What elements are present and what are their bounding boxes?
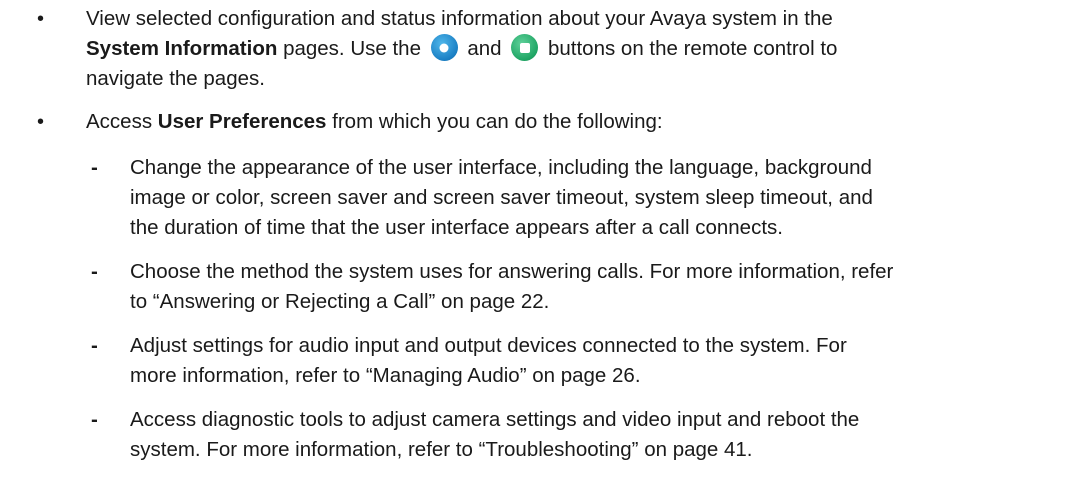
sub-item-line: Choose the method the system uses for an… bbox=[130, 260, 894, 283]
blue-circle-button-icon bbox=[430, 34, 458, 61]
system-information-term: System Information bbox=[86, 37, 278, 60]
sub-item-line: the duration of time that the user inter… bbox=[130, 216, 783, 239]
dash-marker: - bbox=[91, 156, 98, 179]
bullet-marker: • bbox=[37, 111, 45, 133]
sub-item-2: Choose the method the system uses for an… bbox=[130, 257, 1085, 317]
bullet-1-line-1: View selected configuration and status i… bbox=[86, 7, 833, 30]
sub-item-line: Access diagnostic tools to adjust camera… bbox=[130, 408, 860, 431]
sub-item-line: Change the appearance of the user interf… bbox=[130, 156, 872, 179]
green-square-button-icon bbox=[511, 34, 539, 61]
sub-item-line: Adjust settings for audio input and outp… bbox=[130, 334, 847, 357]
sub-item-line: system. For more information, refer to “… bbox=[130, 438, 753, 461]
user-preferences-term: User Preferences bbox=[157, 110, 327, 133]
dash-marker: - bbox=[91, 408, 98, 431]
bullet-2: Access User Preferences from which you c… bbox=[86, 110, 663, 133]
sub-item-line: image or color, screen saver and screen … bbox=[130, 186, 873, 209]
dash-marker: - bbox=[91, 334, 98, 357]
sub-item-line: more information, refer to “Managing Aud… bbox=[130, 364, 641, 387]
bullet-marker: • bbox=[37, 8, 45, 30]
dash-marker: - bbox=[91, 260, 98, 283]
bullet-1-line-3: navigate the pages. bbox=[86, 67, 265, 90]
bullet-1-line-2: System Information pages. Use the and bu… bbox=[86, 34, 1086, 64]
sub-item-1: Change the appearance of the user interf… bbox=[130, 153, 1085, 243]
sub-item-line: to “Answering or Rejecting a Call” on pa… bbox=[130, 290, 550, 313]
bullet-1: View selected configuration and status i… bbox=[86, 4, 1086, 94]
sub-item-4: Access diagnostic tools to adjust camera… bbox=[130, 405, 1085, 465]
sub-item-3: Adjust settings for audio input and outp… bbox=[130, 331, 1085, 391]
